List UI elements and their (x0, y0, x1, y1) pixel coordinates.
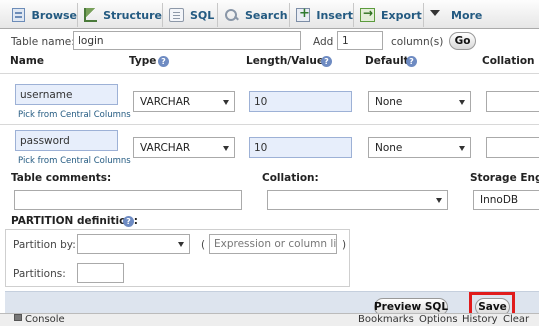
console-toggle[interactable]: Console (25, 314, 65, 325)
help-icon[interactable]: ? (123, 216, 134, 227)
help-icon[interactable]: ? (321, 56, 332, 67)
search-icon (224, 8, 239, 22)
table-comments-input[interactable] (14, 190, 242, 210)
open-paren: ( (201, 239, 206, 251)
select-value: InnoDB (480, 194, 519, 206)
column-header-type: Type (129, 55, 157, 67)
column-name-input[interactable]: username (15, 84, 118, 105)
close-paren: ) (342, 239, 347, 251)
table-collation-label: Collation: (262, 172, 319, 184)
sql-icon (169, 8, 184, 22)
console-icon (14, 314, 22, 321)
select-value: VARCHAR (140, 95, 191, 108)
add-columns-count-input[interactable]: 1 (337, 31, 383, 50)
column-default-select[interactable]: None (368, 91, 471, 112)
partition-by-select[interactable] (77, 234, 190, 254)
tab-export[interactable]: Export (354, 3, 424, 27)
console-options-link[interactable]: Options (419, 314, 458, 325)
console-history-link[interactable]: History (462, 314, 498, 325)
select-value: None (375, 95, 403, 108)
tab-search[interactable]: Search (218, 3, 290, 27)
insert-icon (296, 6, 311, 22)
row-divider (0, 124, 539, 125)
column-header-collation: Collation (482, 55, 535, 67)
help-icon[interactable]: ? (158, 56, 169, 67)
partitions-count-input[interactable] (77, 263, 124, 283)
chevron-down-icon (459, 145, 465, 151)
column-collation-select[interactable] (486, 91, 539, 112)
tab-more[interactable]: More (424, 3, 484, 27)
chevron-down-icon (430, 8, 445, 22)
browse-icon (12, 8, 26, 22)
select-value: None (375, 141, 403, 154)
help-icon[interactable]: ? (406, 56, 417, 67)
console-clear-link[interactable]: Clear (503, 314, 529, 325)
column-header-length: Length/Values (246, 55, 331, 67)
tab-label: Structure (103, 8, 162, 22)
storage-engine-label: Storage Engi (470, 172, 539, 184)
tab-label: Search (245, 8, 288, 22)
chevron-down-icon (178, 242, 184, 247)
pick-central-columns-link[interactable]: Pick from Central Columns (18, 156, 131, 166)
partition-expression-input[interactable]: Expression or column list (209, 234, 337, 254)
add-label: Add (313, 36, 334, 48)
partition-by-label: Partition by: (13, 239, 76, 251)
chevron-down-icon (223, 145, 229, 151)
column-length-input[interactable]: 10 (249, 91, 352, 112)
column-collation-select[interactable] (486, 137, 539, 158)
tab-label: SQL (190, 8, 215, 22)
console-bookmarks-link[interactable]: Bookmarks (358, 314, 414, 325)
go-button[interactable]: Go (449, 32, 476, 50)
console-bar: Console Bookmarks Options History Clear (0, 313, 539, 326)
structure-icon (84, 8, 98, 22)
tab-label: Insert (316, 8, 353, 22)
column-default-select[interactable]: None (368, 137, 471, 158)
tab-structure[interactable]: Structure (78, 3, 163, 27)
tab-label: More (451, 8, 483, 22)
header-divider (0, 73, 539, 74)
pick-central-columns-link[interactable]: Pick from Central Columns (18, 110, 131, 120)
chevron-down-icon (223, 99, 229, 105)
column-type-select[interactable]: VARCHAR (133, 137, 235, 158)
storage-engine-select[interactable]: InnoDB (473, 190, 539, 210)
partitions-label: Partitions: (13, 268, 66, 280)
tab-label: Browse (31, 8, 77, 22)
partition-heading: PARTITION definition: (11, 215, 138, 227)
columns-unit-label: column(s) (391, 36, 444, 48)
export-icon (360, 6, 375, 22)
tab-label: Export (381, 8, 422, 22)
column-name-input[interactable]: password (15, 130, 118, 151)
table-tabs: Browse Structure SQL Search Insert Expor… (0, 0, 539, 29)
column-length-input[interactable]: 10 (249, 137, 352, 158)
column-type-select[interactable]: VARCHAR (133, 91, 235, 112)
chevron-down-icon (459, 99, 465, 105)
table-name-label: Table name: (11, 36, 75, 48)
chevron-down-icon (436, 198, 442, 203)
column-header-name: Name (10, 55, 44, 67)
table-name-input[interactable]: login (73, 31, 301, 50)
tab-insert[interactable]: Insert (290, 3, 354, 27)
tab-browse[interactable]: Browse (6, 3, 78, 27)
table-collation-select[interactable] (267, 190, 448, 210)
column-header-default: Default (365, 55, 409, 67)
select-value: VARCHAR (140, 141, 191, 154)
table-comments-label: Table comments: (11, 172, 112, 184)
tab-sql[interactable]: SQL (163, 3, 218, 27)
